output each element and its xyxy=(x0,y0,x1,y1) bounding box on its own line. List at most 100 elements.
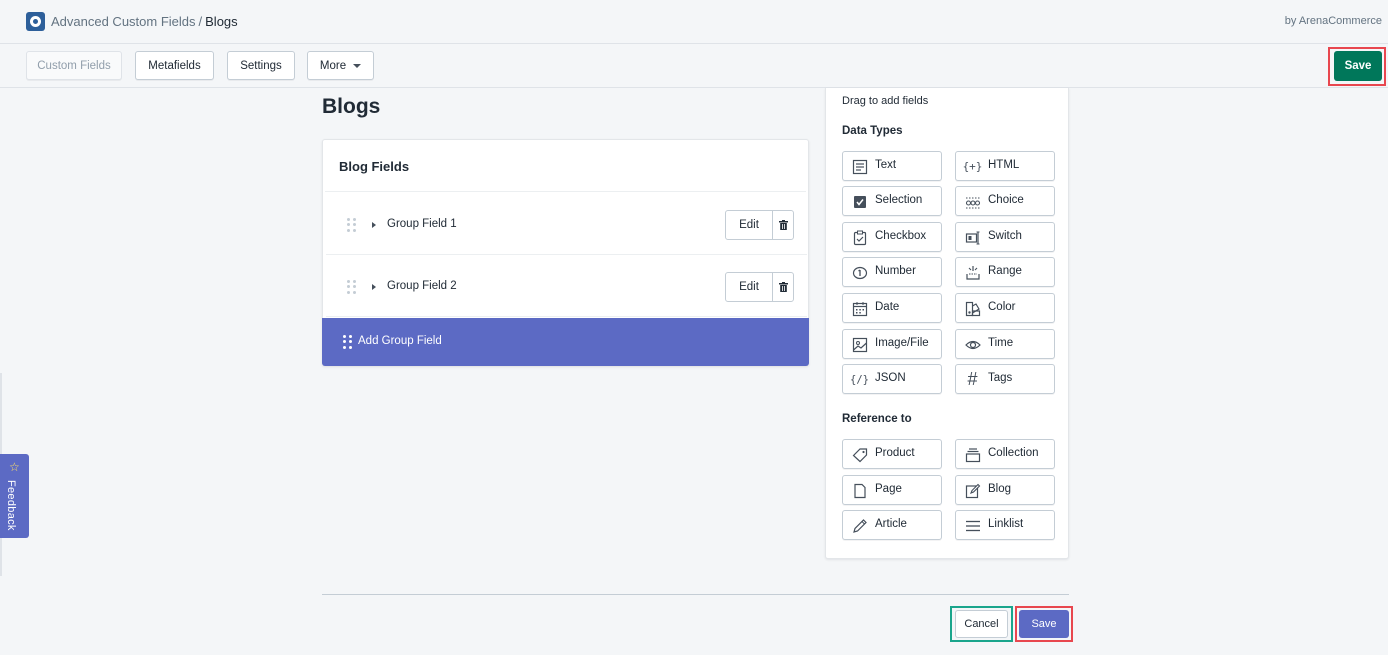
drag-hint: Drag to add fields xyxy=(842,95,929,107)
byline: by ArenaCommerce xyxy=(1284,15,1382,27)
field-type-image-file[interactable]: Image/File xyxy=(842,329,942,359)
expand-arrow-icon[interactable] xyxy=(372,284,376,290)
field-type-label: Checkbox xyxy=(875,230,927,242)
reference-label: Collection xyxy=(988,447,1039,459)
json-icon: {/} xyxy=(850,373,869,386)
card-title: Blog Fields xyxy=(339,159,410,174)
product-icon xyxy=(851,446,868,463)
field-type-time[interactable]: Time xyxy=(955,329,1055,359)
edit-button[interactable]: Edit xyxy=(725,272,773,302)
cancel-button[interactable]: Cancel xyxy=(955,610,1008,638)
delete-button[interactable] xyxy=(772,210,794,240)
more-button[interactable]: More xyxy=(307,51,374,80)
image-icon xyxy=(851,336,868,353)
field-type-range[interactable]: Range xyxy=(955,257,1055,287)
date-icon xyxy=(851,300,868,317)
reference-label: Blog xyxy=(988,483,1012,495)
field-type-json[interactable]: {/} JSON xyxy=(842,364,942,394)
field-type-checkbox[interactable]: Checkbox xyxy=(842,222,942,252)
switch-icon xyxy=(964,229,981,246)
reference-label: Article xyxy=(875,518,907,530)
breadcrumb-current: Blogs xyxy=(205,14,238,29)
field-types-panel: Drag to add fields Data Types Text {+} H… xyxy=(825,88,1069,559)
footer-divider xyxy=(322,594,1069,595)
field-type-label: Switch xyxy=(988,230,1022,242)
top-bar: Advanced Custom Fields / Blogs by ArenaCom… xyxy=(0,0,1388,44)
group-field-name: Group Field 2 xyxy=(387,280,457,292)
group-field-row[interactable]: Group Field 1 Edit xyxy=(326,193,807,255)
collection-icon xyxy=(964,446,981,463)
field-type-tags[interactable]: # Tags xyxy=(955,364,1055,394)
reference-collection[interactable]: Collection xyxy=(955,439,1055,469)
drag-handle-icon[interactable] xyxy=(347,218,356,232)
blog-fields-card: Blog Fields Group Field 1 Edit Group Fie… xyxy=(322,139,809,366)
metafields-button[interactable]: Metafields xyxy=(135,51,214,80)
delete-button[interactable] xyxy=(772,272,794,302)
data-types-heading: Data Types xyxy=(842,125,903,137)
caret-down-icon xyxy=(353,64,362,68)
field-type-text[interactable]: Text xyxy=(842,151,942,181)
field-type-html[interactable]: {+} HTML xyxy=(955,151,1055,181)
linklist-icon xyxy=(964,517,981,534)
text-icon xyxy=(851,158,868,175)
field-type-label: HTML xyxy=(988,159,1020,171)
reference-product[interactable]: Product xyxy=(842,439,942,469)
edit-button[interactable]: Edit xyxy=(725,210,773,240)
save-button-bottom[interactable]: Save xyxy=(1019,610,1069,638)
feedback-tab[interactable]: ☆ Feedback xyxy=(0,454,29,538)
field-type-label: Text xyxy=(875,159,897,171)
range-icon xyxy=(964,264,981,281)
custom-fields-button[interactable]: Custom Fields xyxy=(26,51,122,80)
number-icon xyxy=(851,264,868,281)
drag-handle-icon xyxy=(343,335,352,349)
time-icon xyxy=(964,336,981,353)
settings-button[interactable]: Settings xyxy=(227,51,295,80)
html-icon: {+} xyxy=(962,160,983,173)
field-type-label: Range xyxy=(988,265,1022,277)
reference-label: Page xyxy=(875,483,902,495)
reference-label: Product xyxy=(875,447,915,459)
trash-icon xyxy=(778,220,788,230)
blog-icon xyxy=(964,482,981,499)
drag-handle-icon[interactable] xyxy=(347,280,356,294)
star-icon: ☆ xyxy=(9,460,20,474)
field-type-label: Color xyxy=(988,301,1016,313)
field-type-date[interactable]: Date xyxy=(842,293,942,323)
more-label: More xyxy=(319,59,347,72)
reference-article[interactable]: Article xyxy=(842,510,942,540)
app-logo-icon xyxy=(26,12,45,31)
field-type-selection[interactable]: Selection xyxy=(842,186,942,216)
field-type-label: Time xyxy=(988,337,1014,349)
trash-icon xyxy=(778,282,788,292)
breadcrumb: Advanced Custom Fields / Blogs xyxy=(51,14,238,29)
field-type-label: Choice xyxy=(988,194,1024,206)
field-type-color[interactable]: Color xyxy=(955,293,1055,323)
field-type-label: Image/File xyxy=(875,337,929,349)
field-type-choice[interactable]: Choice xyxy=(955,186,1055,216)
reference-label: Linklist xyxy=(988,518,1024,530)
field-type-number[interactable]: Number xyxy=(842,257,942,287)
group-field-row[interactable]: Group Field 2 Edit xyxy=(326,255,807,317)
reference-heading: Reference to xyxy=(842,413,912,425)
checkbox-icon xyxy=(851,229,868,246)
breadcrumb-app[interactable]: Advanced Custom Fields xyxy=(51,14,196,29)
reference-page[interactable]: Page xyxy=(842,475,942,505)
divider xyxy=(325,191,806,192)
add-group-field-label: Add Group Field xyxy=(358,335,442,347)
selection-icon xyxy=(851,193,868,210)
expand-arrow-icon[interactable] xyxy=(372,222,376,228)
breadcrumb-separator: / xyxy=(198,14,203,29)
reference-blog[interactable]: Blog xyxy=(955,475,1055,505)
toolbar: Custom Fields Metafields Settings More xyxy=(0,45,1388,88)
field-type-switch[interactable]: Switch xyxy=(955,222,1055,252)
field-type-label: JSON xyxy=(875,372,906,384)
field-type-label: Number xyxy=(875,265,916,277)
save-button-top[interactable]: Save xyxy=(1334,51,1382,81)
article-icon xyxy=(851,517,868,534)
add-group-field-button[interactable]: Add Group Field xyxy=(322,318,809,366)
field-type-label: Selection xyxy=(875,194,923,206)
color-icon xyxy=(964,300,981,317)
field-type-label: Date xyxy=(875,301,900,313)
reference-linklist[interactable]: Linklist xyxy=(955,510,1055,540)
page-title: Blogs xyxy=(322,95,381,118)
